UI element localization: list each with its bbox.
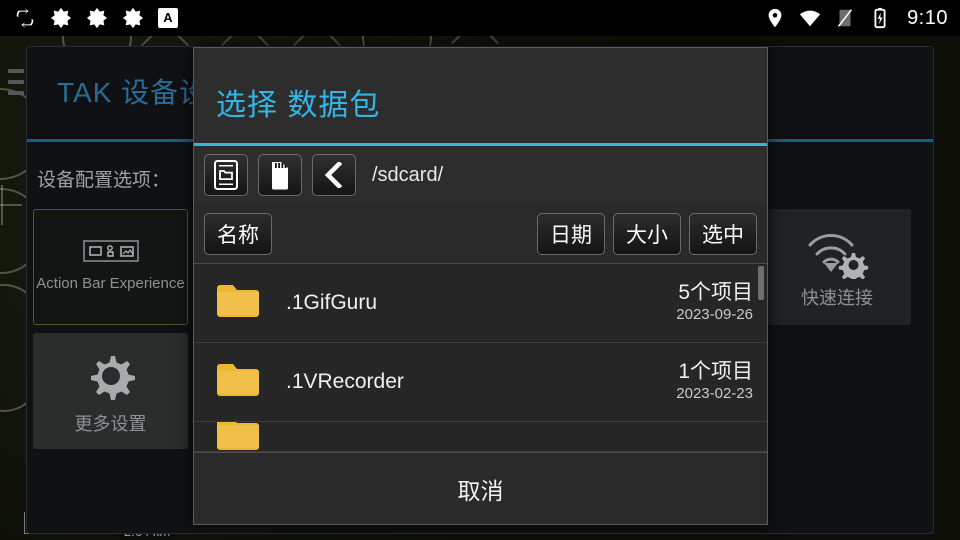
chevron-left-icon [324, 162, 343, 188]
file-date: 2023-02-23 [676, 385, 753, 402]
cancel-button[interactable]: 取消 [194, 452, 767, 524]
star-burst-icon [86, 7, 108, 29]
status-bar-left-icons: A [14, 7, 178, 29]
card-label-action-bar: Action Bar Experience [36, 275, 185, 292]
file-list[interactable]: .1GifGuru 5个项目 2023-09-26 .1VRecorder 1个… [194, 264, 767, 452]
map-plus-h [0, 204, 22, 206]
dialog-title: 选择 数据包 [216, 89, 381, 122]
current-path-text: /sdcard/ [372, 163, 444, 186]
card-action-bar-experience[interactable]: Action Bar Experience [33, 209, 188, 325]
battery-charging-icon [874, 7, 886, 29]
file-name: .1VRecorder [286, 370, 404, 393]
folder-icon [216, 362, 260, 403]
status-bar: A 9:10 [0, 0, 960, 36]
sort-by-name-button[interactable]: 名称 [204, 212, 272, 255]
card-more-settings[interactable]: 更多设置 [33, 333, 188, 449]
sdcard-icon [272, 162, 288, 190]
status-bar-clock: 9:10 [907, 6, 948, 29]
file-chooser-dialog: 选择 数据包 /sdcard/ 名称 日期 大小 选中 .1GifGuru 5个… [193, 47, 768, 525]
star-burst-icon [50, 7, 72, 29]
file-date: 2023-09-26 [676, 306, 753, 323]
file-item-count: 1个项目 [678, 360, 753, 383]
location-pin-icon [768, 8, 782, 28]
sort-by-date-button[interactable]: 日期 [537, 212, 605, 255]
path-bar: /sdcard/ [194, 146, 767, 204]
sync-icon [16, 7, 34, 29]
file-item-count: 5个项目 [678, 281, 753, 304]
status-bar-right-icons: 9:10 [764, 7, 948, 30]
tak-card-group: Action Bar Experience 更多设置 [33, 209, 188, 449]
sdcard-button[interactable] [258, 154, 302, 196]
screen: 2.64 km TAK 设备设置 设备配置选项： [0, 0, 960, 540]
a-letter-badge-icon: A [158, 8, 178, 28]
card-label-more-settings: 更多设置 [74, 414, 147, 434]
sort-bar: 名称 日期 大小 选中 [194, 204, 767, 264]
folder-icon [216, 283, 260, 324]
file-name: .1GifGuru [286, 291, 378, 314]
back-button[interactable] [312, 154, 356, 196]
card-label-quick-connect: 快速连接 [801, 287, 873, 308]
phone-folder-icon [214, 160, 238, 190]
list-item[interactable]: .1GifGuru 5个项目 2023-09-26 [194, 264, 767, 343]
wifi-gear-icon [802, 227, 872, 284]
list-item[interactable] [194, 422, 767, 452]
sort-by-selected-button[interactable]: 选中 [689, 212, 757, 255]
file-meta: 1个项目 2023-02-23 [676, 360, 753, 404]
hamburger-menu-icon[interactable] [8, 69, 24, 102]
gear-icon [83, 348, 139, 407]
tak-subtitle: 设备配置选项： [37, 170, 171, 191]
file-meta: 5个项目 2023-09-26 [676, 281, 753, 325]
internal-storage-button[interactable] [204, 154, 248, 196]
list-item[interactable]: .1VRecorder 1个项目 2023-02-23 [194, 343, 767, 422]
map-plus-v [1, 185, 3, 225]
wifi-icon [799, 10, 821, 27]
sim-off-icon [838, 9, 853, 27]
folder-icon [216, 422, 260, 451]
card-quick-connect[interactable]: 快速连接 [763, 209, 911, 325]
sort-by-size-button[interactable]: 大小 [613, 212, 681, 255]
action-bar-icon [82, 240, 139, 267]
list-scrollbar[interactable] [758, 266, 764, 300]
dialog-header: 选择 数据包 [194, 48, 767, 143]
star-burst-icon [122, 7, 144, 29]
